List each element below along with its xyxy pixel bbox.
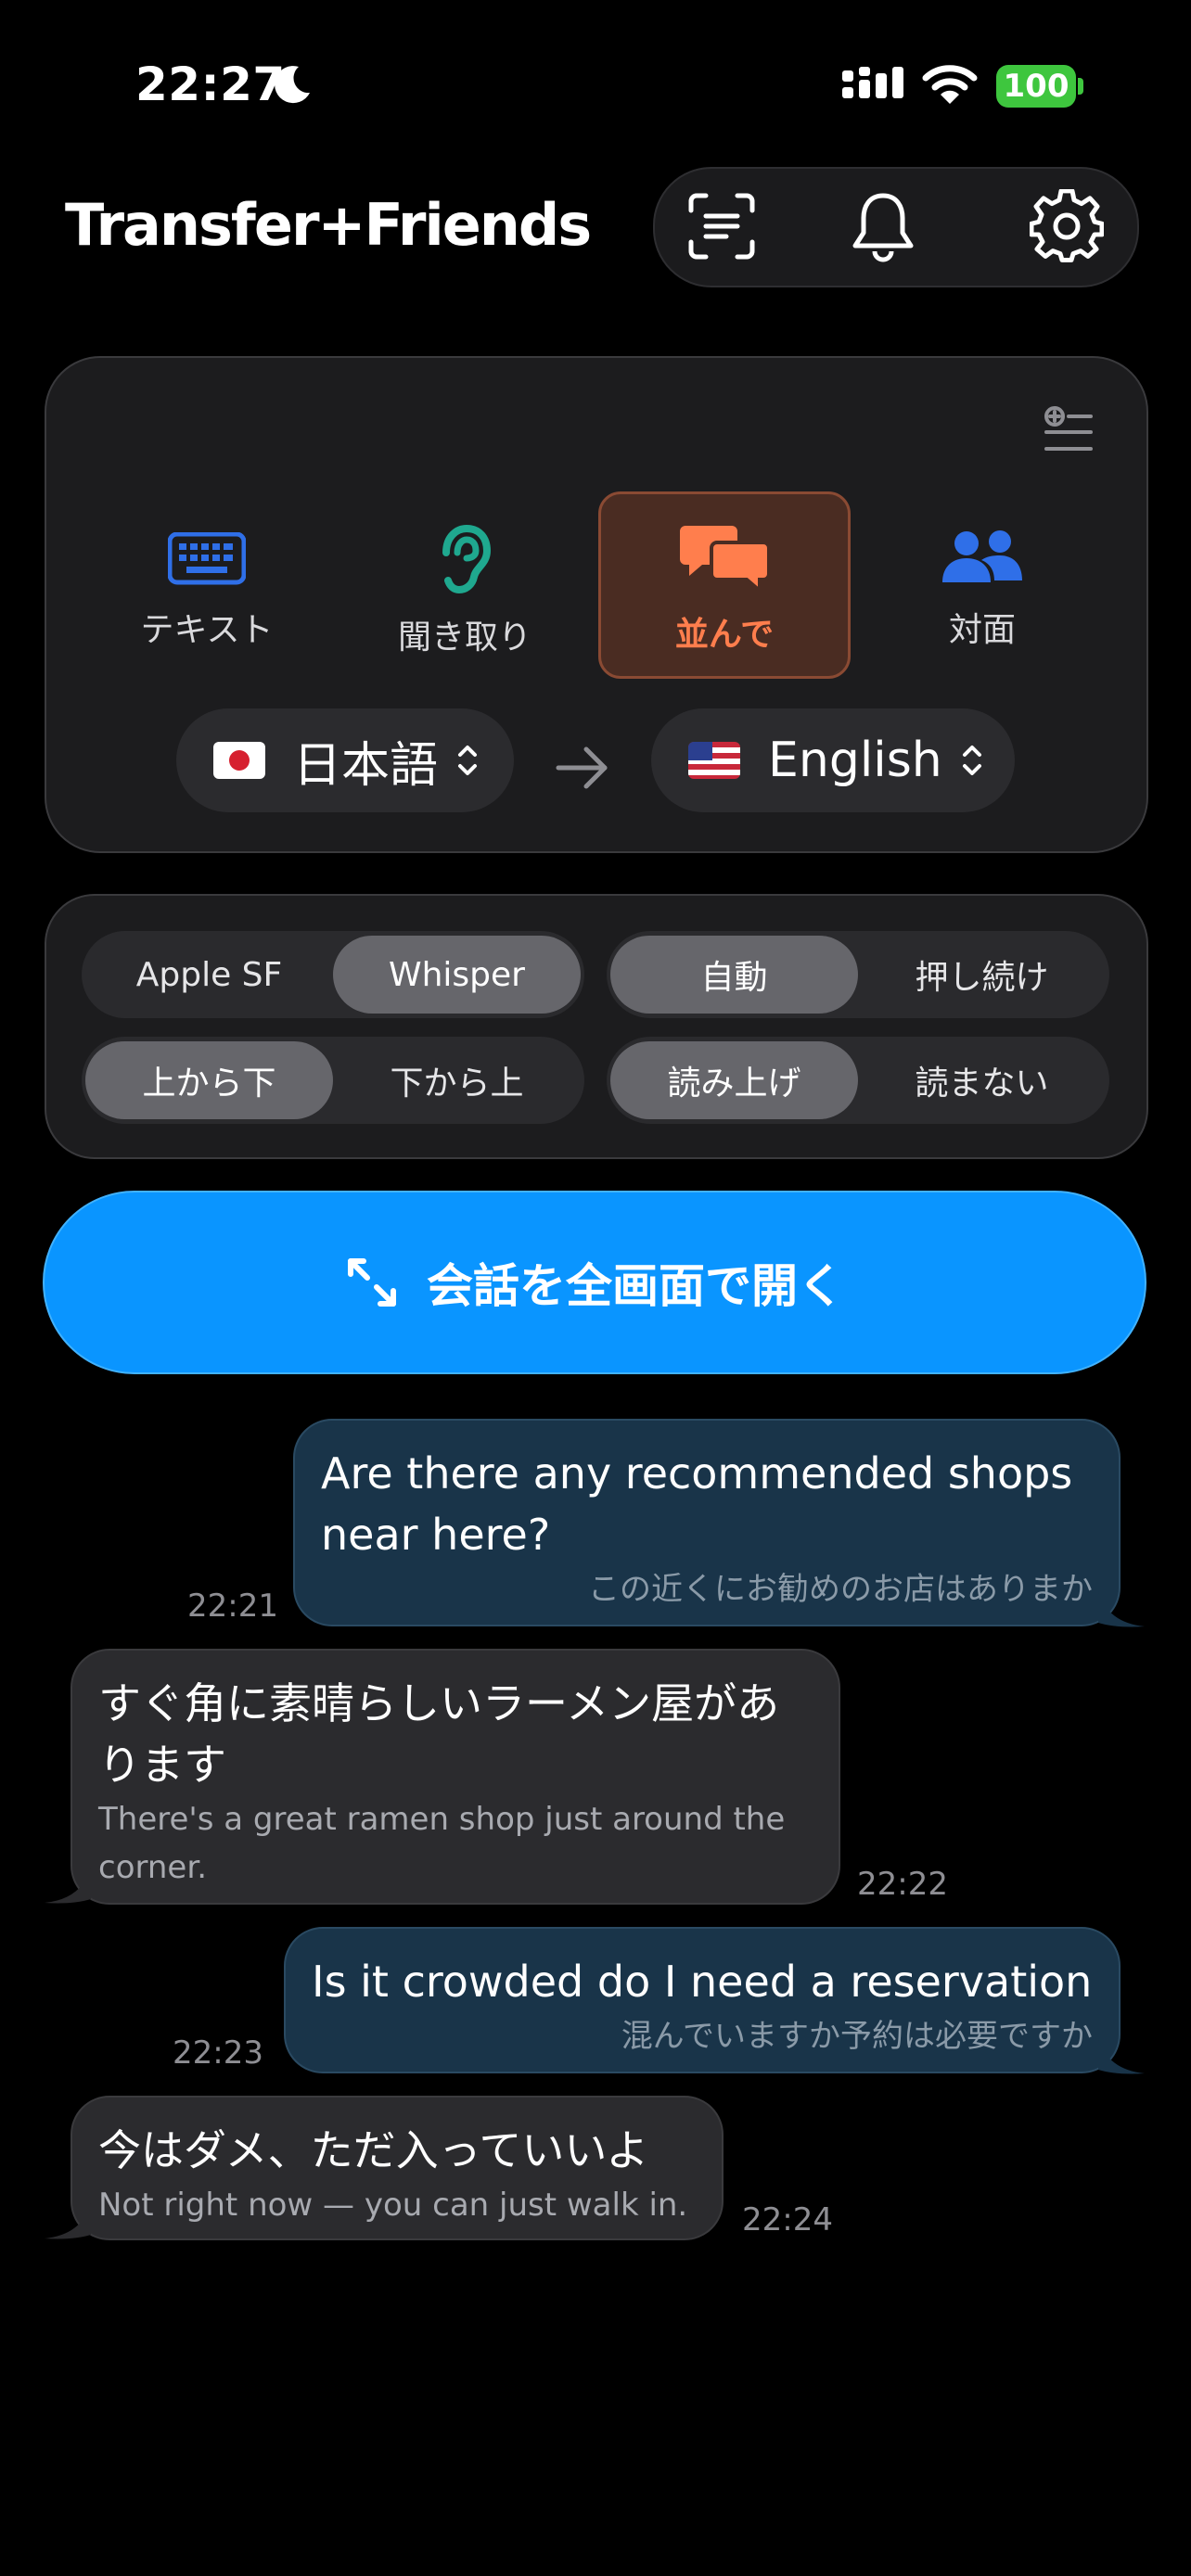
battery-indicator: 100 (996, 65, 1076, 108)
bell-icon (852, 193, 914, 262)
notifications-button[interactable] (840, 184, 926, 269)
message-translation: 混んでいますか予約は必要ですか (621, 2018, 1093, 2055)
mic-mode-auto[interactable]: 自動 (610, 936, 858, 1014)
chevron-updown-icon (961, 742, 983, 779)
app-logo: Transfer+Friends (65, 191, 592, 259)
source-language-label: 日本語 (293, 737, 439, 794)
settings-button[interactable] (1024, 184, 1109, 269)
gear-icon (1030, 189, 1104, 262)
target-language-label: English (768, 733, 942, 788)
engine-whisper[interactable]: Whisper (333, 936, 581, 1014)
mode-listen[interactable]: 聞き取り (339, 491, 590, 677)
arrow-right-icon (556, 746, 608, 789)
message-bubble-received[interactable]: 今はダメ、ただ入っていいよ Not right now — you can ju… (70, 2096, 724, 2240)
mode-text[interactable]: テキスト (82, 491, 332, 677)
bubble-tail (1098, 2038, 1145, 2074)
direction-selector: 上から下 下から上 (82, 1037, 584, 1124)
ear-icon (442, 525, 492, 593)
wifi-icon (922, 65, 978, 104)
us-flag-icon (688, 742, 740, 779)
moon-icon (275, 66, 310, 104)
list-add-icon[interactable] (1044, 406, 1093, 453)
message-timestamp: 22:24 (742, 2201, 833, 2238)
people-icon (942, 530, 1022, 582)
mic-mode-selector: 自動 押し続け (607, 931, 1109, 1018)
message-timestamp: 22:22 (857, 1866, 948, 1903)
message-text: Are there any recommended shops near her… (321, 1448, 1073, 1560)
message-translation: この近くにお勧めのお店はありまか (588, 1571, 1093, 1608)
status-time: 22:27 (135, 57, 286, 111)
mode-text-label: テキスト (140, 611, 274, 649)
message-bubble-received[interactable]: すぐ角に素晴らしいラーメン屋があります There's a great rame… (70, 1649, 840, 1905)
scan-text-icon (688, 193, 755, 260)
bubble-tail (45, 1868, 91, 1904)
mode-listen-label: 聞き取り (397, 618, 531, 657)
target-language-picker[interactable]: English (651, 708, 1015, 812)
scan-text-button[interactable] (679, 184, 764, 269)
mode-side-by-side[interactable]: 並んで (598, 491, 851, 679)
speech-read-aloud[interactable]: 読み上げ (610, 1041, 858, 1119)
chat-bubbles-icon (680, 526, 769, 591)
message-text: 今はダメ、ただ入っていいよ (98, 2125, 649, 2175)
battery-nub (1078, 78, 1083, 95)
message-bubble-sent[interactable]: Are there any recommended shops near her… (293, 1419, 1121, 1626)
message-timestamp: 22:21 (187, 1588, 278, 1625)
mode-face-to-face[interactable]: 対面 (857, 491, 1108, 677)
source-language-picker[interactable]: 日本語 (176, 708, 514, 812)
cellular-signal-icon (842, 67, 903, 98)
chevron-updown-icon (456, 742, 479, 779)
japan-flag-icon (213, 742, 265, 779)
message-translation: Not right now — you can just walk in. (98, 2187, 688, 2224)
open-fullscreen-button[interactable]: 会話を全画面で開く (43, 1191, 1146, 1374)
direction-top-to-bottom[interactable]: 上から下 (85, 1041, 333, 1119)
engine-selector: Apple SF Whisper (82, 931, 584, 1018)
open-fullscreen-label: 会話を全画面で開く (427, 1259, 844, 1313)
keyboard-icon (168, 532, 246, 585)
mode-side-by-side-label: 並んで (674, 616, 775, 654)
mic-mode-hold[interactable]: 押し続け (858, 936, 1106, 1014)
message-text: Is it crowded do I need a reservation (312, 1957, 1093, 2007)
message-text: すぐ角に素晴らしいラーメン屋があります (98, 1678, 780, 1790)
speech-selector: 読み上げ 読まない (607, 1037, 1109, 1124)
engine-apple-sf[interactable]: Apple SF (85, 936, 333, 1014)
message-bubble-sent[interactable]: Is it crowded do I need a reservation 混ん… (284, 1927, 1121, 2073)
expand-icon (348, 1258, 396, 1307)
message-translation: There's a great ramen shop just around t… (98, 1801, 786, 1886)
bubble-tail (45, 2203, 91, 2239)
bubble-tail (1098, 1591, 1145, 1627)
speech-silent[interactable]: 読まない (858, 1041, 1106, 1119)
direction-bottom-to-top[interactable]: 下から上 (333, 1041, 581, 1119)
mode-face-to-face-label: 対面 (948, 611, 1016, 649)
message-timestamp: 22:23 (173, 2034, 263, 2072)
